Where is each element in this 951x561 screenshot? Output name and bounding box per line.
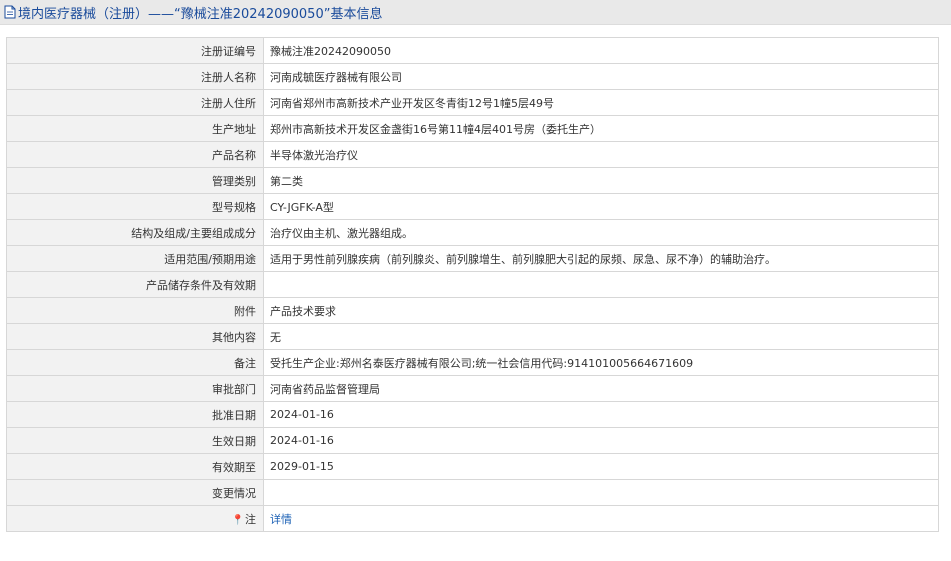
table-row: 产品名称 半导体激光治疗仪 [6, 141, 939, 168]
field-label: 审批部门 [6, 375, 264, 402]
field-label: 备注 [6, 349, 264, 376]
field-value: 2024-01-16 [263, 427, 939, 454]
field-label: 有效期至 [6, 453, 264, 480]
table-row: 产品储存条件及有效期 [6, 271, 939, 298]
field-value: 豫械注准20242090050 [263, 37, 939, 64]
field-value: 详情 [263, 505, 939, 532]
table-row: 有效期至 2029-01-15 [6, 453, 939, 480]
field-label: 注册人住所 [6, 89, 264, 116]
field-value: 受托生产企业:郑州名泰医疗器械有限公司;统一社会信用代码:91410100566… [263, 349, 939, 376]
table-row-note: 📍注 详情 [6, 505, 939, 532]
field-label: 产品储存条件及有效期 [6, 271, 264, 298]
page-header: 境内医疗器械（注册）——“豫械注准20242090050”基本信息 [0, 0, 951, 25]
table-row: 其他内容无 [6, 323, 939, 350]
field-label: 型号规格 [6, 193, 264, 220]
table-row: 结构及组成/主要组成成分 治疗仪由主机、激光器组成。 [6, 219, 939, 246]
table-row: 型号规格 CY-JGFK-A型 [6, 193, 939, 220]
field-label: 生产地址 [6, 115, 264, 142]
field-label: 产品名称 [6, 141, 264, 168]
info-table: 注册证编号 豫械注准20242090050 注册人名称 河南成毓医疗器械有限公司 注册人… [6, 37, 939, 532]
table-row: 注册人名称 河南成毓医疗器械有限公司 [6, 63, 939, 90]
table-row: 注册证编号 豫械注准20242090050 [6, 37, 939, 64]
field-label: 📍注 [6, 505, 264, 532]
pin-icon: 📍 [231, 514, 244, 526]
field-value: 半导体激光治疗仪 [263, 141, 939, 168]
document-icon [4, 5, 16, 19]
field-value: 第二类 [263, 167, 939, 194]
table-row: 生产地址 郑州市高新技术开发区金盏街16号第11幢4层401号房（委托生产） [6, 115, 939, 142]
field-label: 管理类别 [6, 167, 264, 194]
table-row: 审批部门 河南省药品监督管理局 [6, 375, 939, 402]
table-row: 变更情况 [6, 479, 939, 506]
field-value: 治疗仪由主机、激光器组成。 [263, 219, 939, 246]
table-row: 注册人住所 河南省郑州市高新技术产业开发区冬青街12号1幢5层49号 [6, 89, 939, 116]
field-label: 变更情况 [6, 479, 264, 506]
table-row: 适用范围/预期用途 适用于男性前列腺疾病（前列腺炎、前列腺增生、前列腺肥大引起的尿… [6, 245, 939, 272]
table-row: 备注 受托生产企业:郑州名泰医疗器械有限公司;统一社会信用代码:914101005… [6, 349, 939, 376]
field-label: 其他内容 [6, 323, 264, 350]
field-value: 产品技术要求 [263, 297, 939, 324]
page-title: 境内医疗器械（注册）——“豫械注准20242090050”基本信息 [18, 6, 383, 22]
field-value: CY-JGFK-A型 [263, 193, 939, 220]
field-label: 生效日期 [6, 427, 264, 454]
table-row: 生效日期 2024-01-16 [6, 427, 939, 454]
table-row: 管理类别 第二类 [6, 167, 939, 194]
table-row: 批准日期 2024-01-16 [6, 401, 939, 428]
field-value: 适用于男性前列腺疾病（前列腺炎、前列腺增生、前列腺肥大引起的尿频、尿急、尿不净）… [263, 245, 939, 272]
field-label: 注册人名称 [6, 63, 264, 90]
field-label: 适用范围/预期用途 [6, 245, 264, 272]
field-label: 注册证编号 [6, 37, 264, 64]
field-value: 河南成毓医疗器械有限公司 [263, 63, 939, 90]
detail-link[interactable]: 详情 [270, 513, 292, 526]
field-value [263, 271, 939, 298]
field-label: 附件 [6, 297, 264, 324]
field-value: 2024-01-16 [263, 401, 939, 428]
field-value [263, 479, 939, 506]
field-value: 河南省药品监督管理局 [263, 375, 939, 402]
field-label: 批准日期 [6, 401, 264, 428]
field-label: 结构及组成/主要组成成分 [6, 219, 264, 246]
field-value: 郑州市高新技术开发区金盏街16号第11幢4层401号房（委托生产） [263, 115, 939, 142]
table-row: 附件 产品技术要求 [6, 297, 939, 324]
field-value: 2029-01-15 [263, 453, 939, 480]
field-value: 河南省郑州市高新技术产业开发区冬青街12号1幢5层49号 [263, 89, 939, 116]
field-value: 无 [263, 323, 939, 350]
